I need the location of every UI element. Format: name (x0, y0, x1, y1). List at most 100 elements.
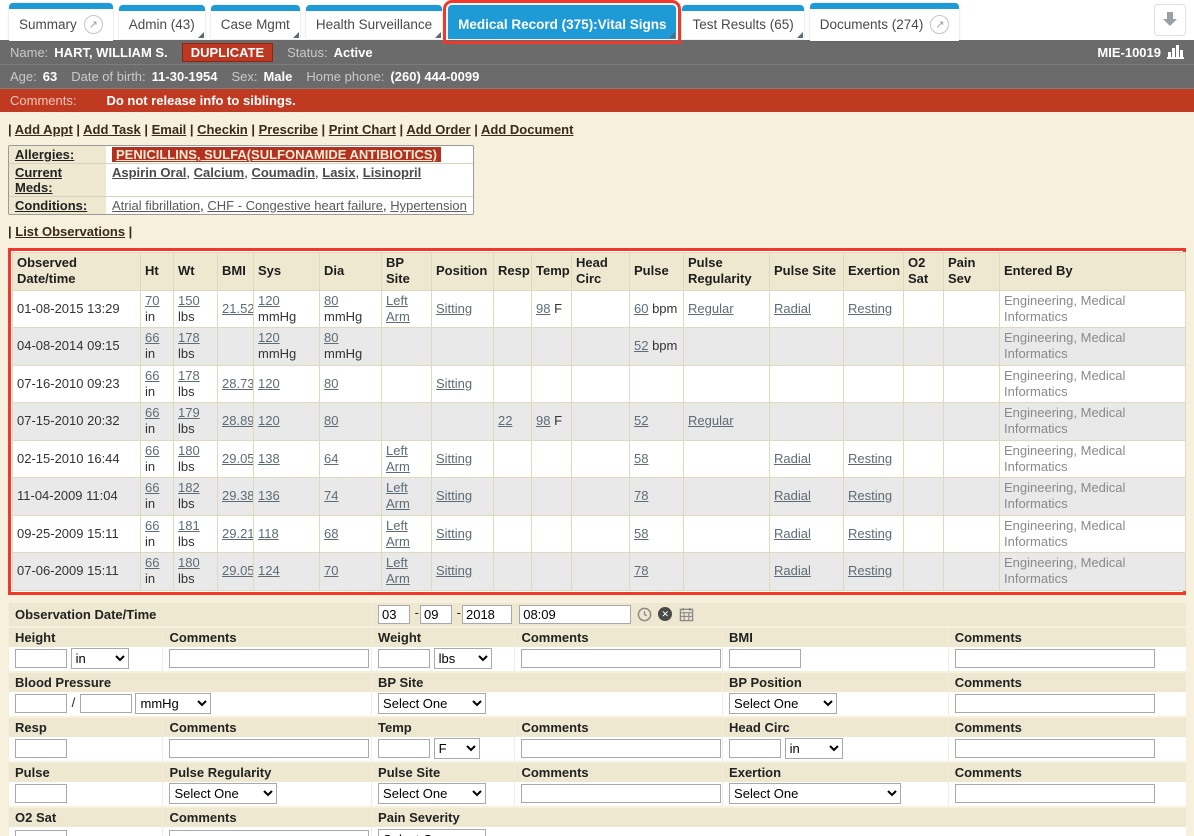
vital-value-link[interactable]: 70 (145, 293, 159, 308)
head-circ-value-input[interactable] (729, 739, 781, 758)
comments-comments-input[interactable] (955, 739, 1155, 758)
vital-value-link[interactable]: 178 (178, 330, 200, 345)
vital-value-link[interactable]: Sitting (436, 451, 472, 466)
vital-value-link[interactable]: 60 (634, 301, 648, 316)
current-meds-label-link[interactable]: Current Meds: (15, 165, 62, 195)
vital-value-link[interactable]: 78 (634, 488, 648, 503)
weight-select[interactable]: lbs (434, 648, 492, 669)
temp-value-input[interactable] (378, 739, 430, 758)
allergies-label-link[interactable]: Allergies: (15, 147, 74, 162)
vital-value-link[interactable]: 52 (634, 338, 648, 353)
tab-health-surveillance[interactable]: Health Surveillance (306, 5, 442, 39)
vital-value-link[interactable]: 80 (324, 293, 338, 308)
vital-value-link[interactable]: 66 (145, 405, 159, 420)
condition-link-atrial-fibrillation[interactable]: Atrial fibrillation (112, 198, 200, 213)
action-link-add-appt[interactable]: Add Appt (15, 122, 73, 137)
weight-value-input[interactable] (378, 649, 430, 668)
pulse-regularity-select[interactable]: Select One (169, 783, 277, 804)
vital-value-link[interactable]: 120 (258, 293, 280, 308)
vital-value-link[interactable]: 80 (324, 413, 338, 428)
vital-value-link[interactable]: Radial (774, 451, 811, 466)
vital-value-link[interactable]: 138 (258, 451, 280, 466)
action-link-email[interactable]: Email (152, 122, 187, 137)
vital-value-link[interactable]: Left Arm (386, 480, 410, 511)
head-circ-select[interactable]: in (785, 738, 843, 759)
vital-value-link[interactable]: 66 (145, 443, 159, 458)
action-link-add-document[interactable]: Add Document (481, 122, 573, 137)
calendar-icon[interactable] (678, 606, 694, 622)
vital-value-link[interactable]: 98 (536, 413, 550, 428)
list-observations-link[interactable]: List Observations (15, 224, 125, 239)
vital-value-link[interactable]: Regular (688, 413, 734, 428)
vital-value-link[interactable]: 80 (324, 376, 338, 391)
vital-value-link[interactable]: Resting (848, 526, 892, 541)
vital-value-link[interactable]: 29.05 (222, 451, 254, 466)
vital-value-link[interactable]: Radial (774, 563, 811, 578)
action-link-add-task[interactable]: Add Task (83, 122, 141, 137)
comments-comments-input[interactable] (955, 784, 1155, 803)
vital-value-link[interactable]: Left Arm (386, 555, 410, 586)
vital-value-link[interactable]: 120 (258, 376, 280, 391)
vital-value-link[interactable]: 181 (178, 518, 200, 533)
blood-pressure-value-input[interactable] (15, 694, 67, 713)
duplicate-badge[interactable]: DUPLICATE (182, 43, 273, 62)
vital-value-link[interactable]: 21.52 (222, 301, 254, 316)
allergies-alert-link[interactable]: PENICILLINS, SULFA(SULFONAMIDE ANTIBIOTI… (112, 147, 441, 162)
vital-value-link[interactable]: Resting (848, 451, 892, 466)
vital-value-link[interactable]: 124 (258, 563, 280, 578)
med-link-aspirin-oral[interactable]: Aspirin Oral (112, 165, 186, 180)
vital-value-link[interactable]: 178 (178, 368, 200, 383)
comments-comments-input[interactable] (521, 784, 721, 803)
vital-value-link[interactable]: Radial (774, 301, 811, 316)
exertion-select[interactable]: Select One (729, 783, 901, 804)
vital-value-link[interactable]: 29.21 (222, 526, 254, 541)
pulse-value-input[interactable] (15, 784, 67, 803)
tab-admin-43[interactable]: Admin (43) (119, 5, 205, 39)
vital-value-link[interactable]: Resting (848, 488, 892, 503)
vital-value-link[interactable]: 29.38 (222, 488, 254, 503)
vital-value-link[interactable]: 80 (324, 330, 338, 345)
vital-value-link[interactable]: Regular (688, 301, 734, 316)
vital-value-link[interactable]: 180 (178, 555, 200, 570)
obs-year-input[interactable] (462, 605, 512, 624)
action-link-prescribe[interactable]: Prescribe (259, 122, 318, 137)
vital-value-link[interactable]: 64 (324, 451, 338, 466)
temp-select[interactable]: F (434, 738, 480, 759)
vital-value-link[interactable]: Sitting (436, 526, 472, 541)
vital-value-link[interactable]: 74 (324, 488, 338, 503)
resp-value-input[interactable] (15, 739, 67, 758)
obs-time-input[interactable] (519, 605, 631, 624)
vital-value-link[interactable]: 136 (258, 488, 280, 503)
download-button[interactable] (1154, 4, 1186, 36)
flowsheet-chart-icon[interactable] (1167, 45, 1184, 59)
vital-value-link[interactable]: 58 (634, 451, 648, 466)
blood-pressure-select[interactable]: mmHg (135, 693, 211, 714)
tab-documents-274[interactable]: Documents (274)↗ (810, 3, 960, 41)
vital-value-link[interactable]: Radial (774, 526, 811, 541)
vital-value-link[interactable]: 66 (145, 555, 159, 570)
height-value-input[interactable] (15, 649, 67, 668)
comments-comments-input[interactable] (955, 694, 1155, 713)
med-link-lasix[interactable]: Lasix (322, 165, 355, 180)
comments-comments-input[interactable] (955, 649, 1155, 668)
comments-comments-input[interactable] (169, 649, 369, 668)
vital-value-link[interactable]: Radial (774, 488, 811, 503)
vital-value-link[interactable]: 68 (324, 526, 338, 541)
o2-sat-value-input[interactable] (15, 830, 67, 836)
vital-value-link[interactable]: 66 (145, 480, 159, 495)
action-link-add-order[interactable]: Add Order (406, 122, 470, 137)
action-link-print-chart[interactable]: Print Chart (329, 122, 396, 137)
blood-pressure-value-input[interactable] (80, 694, 132, 713)
bmi-value-input[interactable] (729, 649, 801, 668)
comments-comments-input[interactable] (521, 649, 721, 668)
bp-site-select[interactable]: Select One (378, 693, 486, 714)
obs-month-input[interactable] (378, 605, 410, 624)
tab-test-results-65[interactable]: Test Results (65) (682, 5, 803, 39)
vital-value-link[interactable]: 179 (178, 405, 200, 420)
vital-value-link[interactable]: 120 (258, 330, 280, 345)
vital-value-link[interactable]: 52 (634, 413, 648, 428)
external-link-icon[interactable]: ↗ (930, 15, 949, 34)
vital-value-link[interactable]: 120 (258, 413, 280, 428)
action-link-checkin[interactable]: Checkin (197, 122, 248, 137)
vital-value-link[interactable]: Sitting (436, 488, 472, 503)
